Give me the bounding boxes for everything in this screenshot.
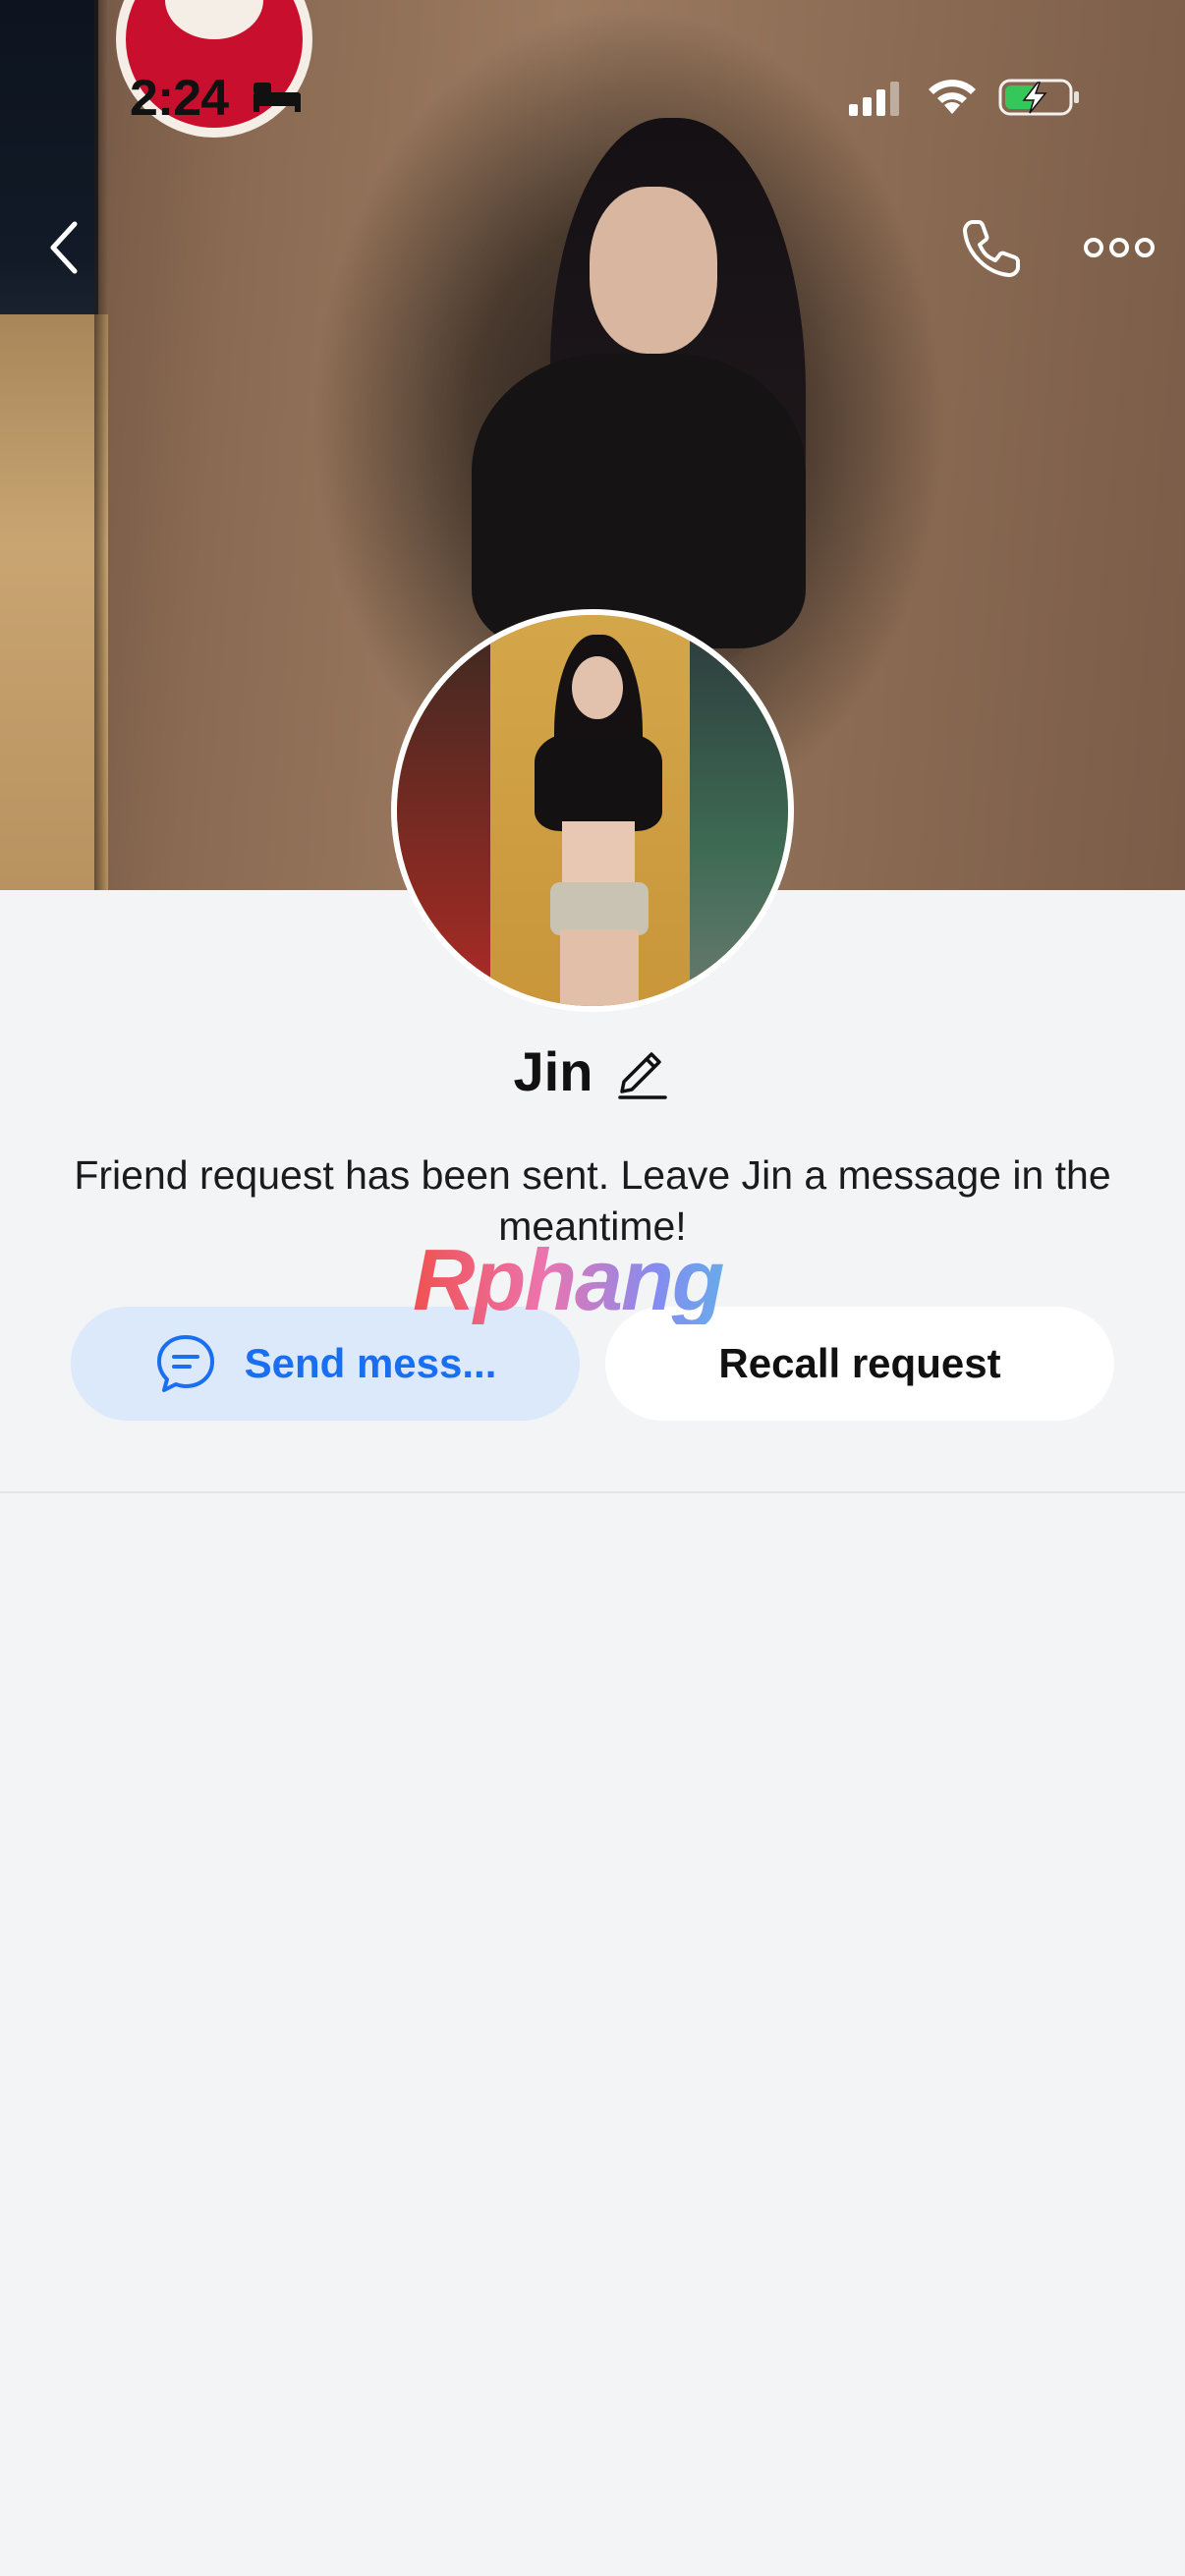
back-button[interactable]: [33, 210, 92, 285]
cover-beach-sand: [0, 314, 108, 890]
cover-person-top: [472, 354, 806, 648]
recall-request-label: Recall request: [718, 1340, 1001, 1386]
send-message-label: Send mess...: [244, 1340, 497, 1386]
sleep-focus-icon: [254, 83, 301, 112]
more-options-icon: [1084, 238, 1155, 257]
avatar-person-waist: [562, 821, 635, 890]
cover-person-face: [590, 187, 717, 354]
cover-wall-edge: [94, 0, 108, 890]
avatar-person-shorts: [550, 882, 649, 935]
phone-call-icon: [963, 220, 1020, 277]
profile-avatar[interactable]: [391, 609, 794, 1012]
call-button[interactable]: [953, 210, 1030, 287]
avatar-person-legs: [560, 929, 639, 1006]
cellular-signal-icon: [849, 82, 899, 116]
battery-charging-icon: [998, 79, 1079, 116]
profile-page: 2:24 Jin Friend request has been sent. L…: [0, 0, 1185, 2576]
more-options-button[interactable]: [1081, 218, 1157, 277]
watermark-logo: Rphang: [413, 1236, 786, 1324]
edit-pencil-icon[interactable]: [614, 1042, 671, 1099]
avatar-bg-garden: [690, 615, 788, 1006]
back-chevron-icon: [50, 221, 78, 274]
avatar-person-face: [572, 656, 623, 719]
avatar-bg-door: [397, 615, 505, 1006]
section-divider: [0, 1491, 1185, 1493]
avatar-person-top: [535, 733, 662, 831]
chat-bubble-icon: [156, 1335, 214, 1392]
wifi-icon: [929, 80, 976, 114]
status-time: 2:24: [130, 70, 229, 127]
profile-name: Jin: [513, 1039, 593, 1102]
name-row: Jin: [0, 1032, 1185, 1110]
